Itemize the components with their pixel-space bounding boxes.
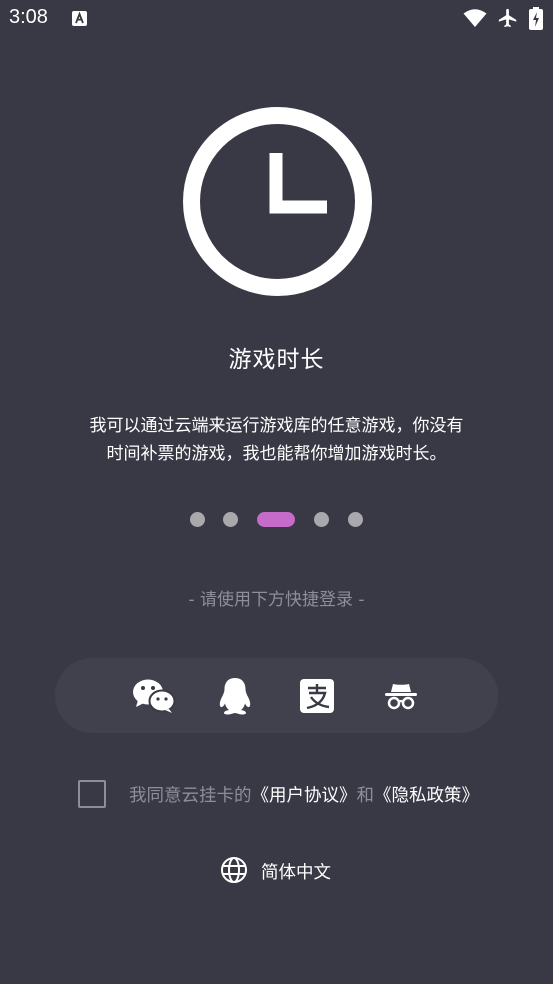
- guest-login-button[interactable]: [379, 674, 423, 718]
- page-dot[interactable]: [223, 512, 238, 527]
- globe-icon: [221, 857, 247, 883]
- airplane-mode-icon: [498, 8, 517, 28]
- language-selector[interactable]: 简体中文: [220, 856, 380, 884]
- wechat-icon: [133, 679, 176, 713]
- agree-checkbox[interactable]: [78, 780, 106, 808]
- qq-login-button[interactable]: [213, 674, 257, 718]
- alipay-login-button[interactable]: [295, 674, 339, 718]
- clock-icon: [183, 107, 372, 296]
- feature-description: 我可以通过云端来运行游戏库的任意游戏，你没有 时间补票的游戏，我也能帮你增加游戏…: [40, 412, 513, 468]
- incognito-icon: [385, 684, 417, 710]
- feature-title: 游戏时长: [228, 347, 325, 373]
- page-dot[interactable]: [348, 512, 363, 527]
- agreement-prefix: 我同意云挂卡的: [129, 786, 252, 806]
- text-notification-icon: [72, 11, 87, 26]
- user-agreement-link[interactable]: 《用户协议》: [252, 786, 357, 806]
- privacy-policy-link[interactable]: 《隐私政策》: [374, 786, 479, 806]
- status-time: 3:08: [9, 6, 48, 28]
- page-dot-active[interactable]: [257, 512, 295, 527]
- status-bar: 3:08: [0, 0, 553, 38]
- page-dot[interactable]: [314, 512, 329, 527]
- qq-icon: [219, 678, 251, 715]
- quick-login-bar: [55, 658, 498, 733]
- agreement-conjunction: 和: [356, 786, 375, 806]
- alipay-icon: [300, 679, 334, 713]
- agreement-row: 我同意云挂卡的《用户协议》和《隐私政策》: [78, 780, 518, 808]
- feature-description-line: 我可以通过云端来运行游戏库的任意游戏，你没有: [89, 416, 464, 436]
- page-indicator: [0, 512, 553, 528]
- agreement-text: 我同意云挂卡的《用户协议》和《隐私政策》: [129, 782, 479, 807]
- battery-charging-icon: [529, 7, 543, 30]
- language-label: 简体中文: [261, 863, 331, 883]
- wechat-login-button[interactable]: [132, 674, 176, 718]
- feature-description-line: 时间补票的游戏，我也能帮你增加游戏时长。: [106, 444, 447, 464]
- wifi-icon: [463, 9, 487, 27]
- page-dot[interactable]: [190, 512, 205, 527]
- quick-login-hint: - 请使用下方快捷登录 -: [188, 590, 365, 610]
